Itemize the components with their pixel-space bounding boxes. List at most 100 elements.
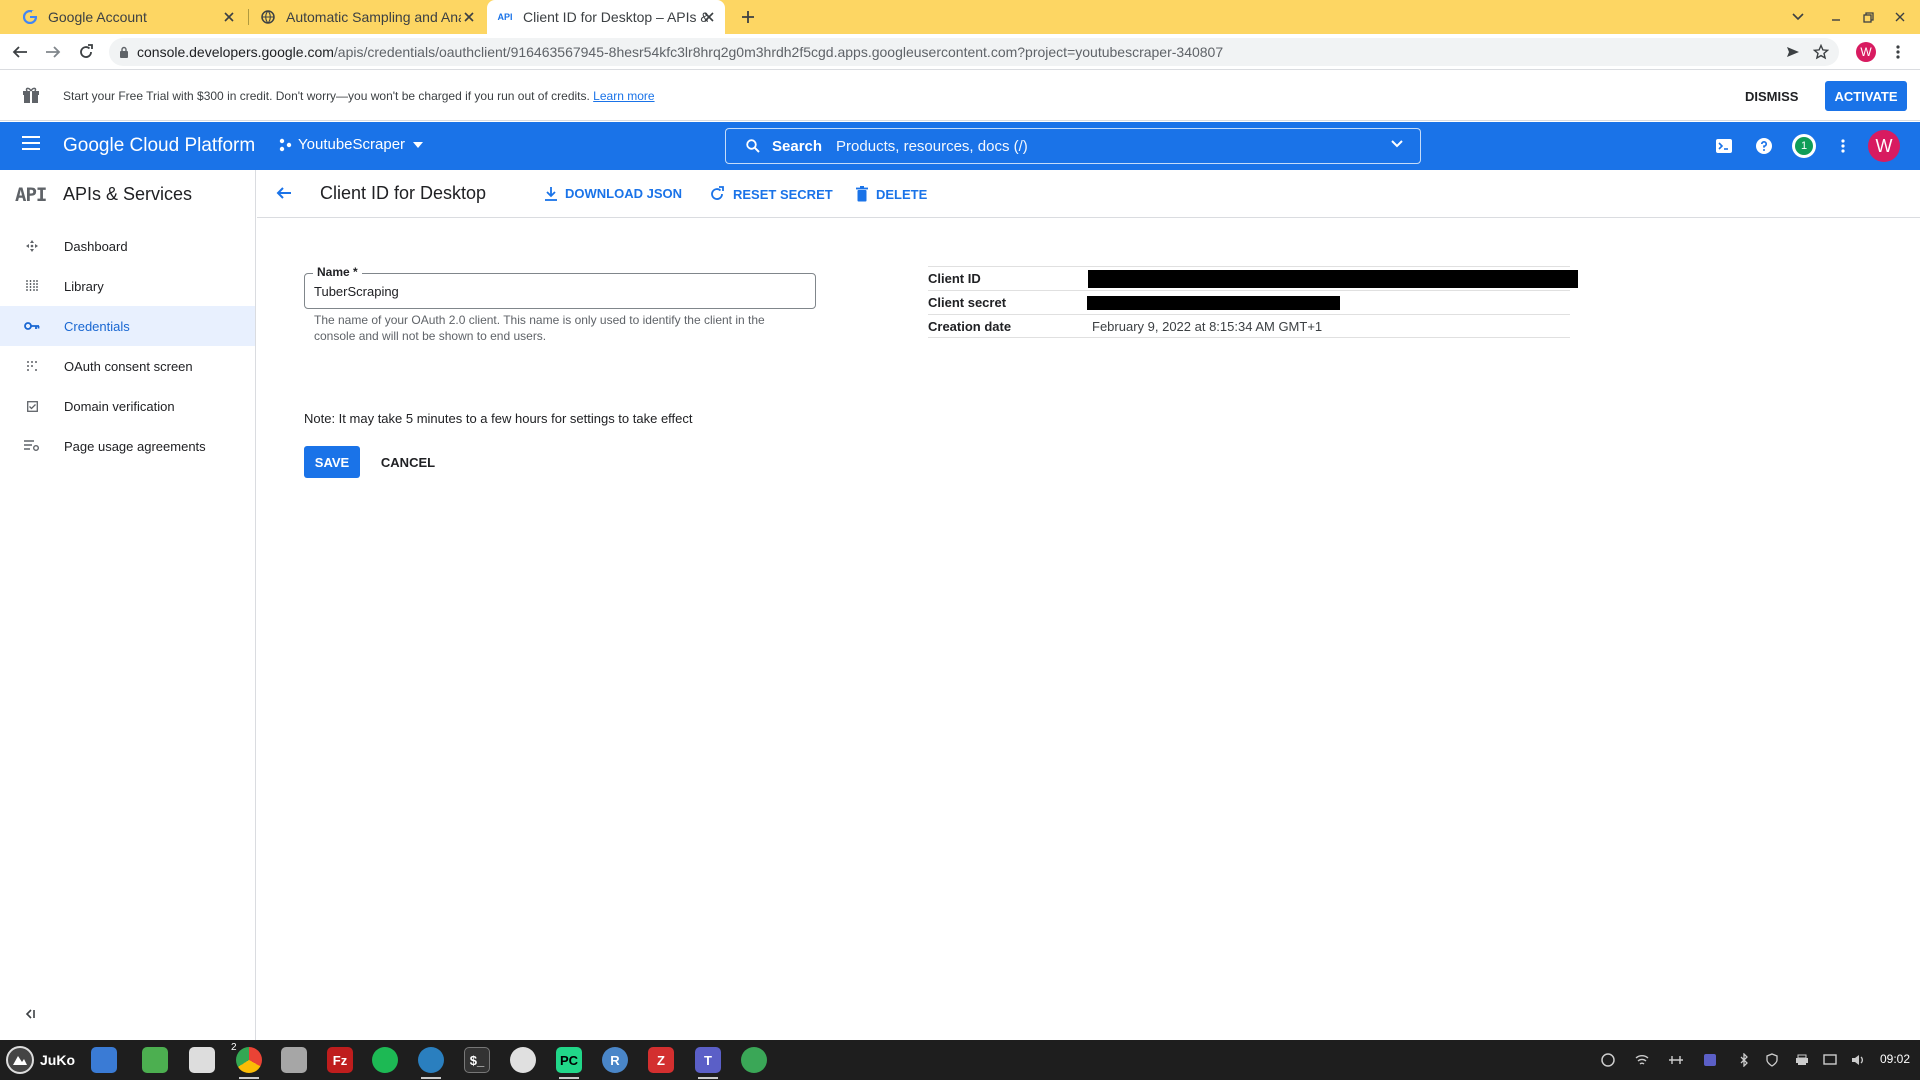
nav-title: APIs & Services	[63, 184, 193, 204]
activate-button[interactable]: ACTIVATE	[1825, 81, 1907, 111]
forward-arrow-icon[interactable]	[43, 42, 63, 62]
desktop-app-icon[interactable]	[91, 1047, 117, 1073]
cloud-shell-icon[interactable]	[1713, 135, 1735, 157]
close-tab-icon[interactable]	[701, 9, 717, 25]
earth-icon[interactable]	[741, 1047, 767, 1073]
chrome-icon[interactable]	[236, 1047, 262, 1079]
back-arrow-icon[interactable]	[10, 42, 30, 62]
send-icon[interactable]	[1783, 42, 1803, 62]
browser-menu-icon[interactable]	[1888, 42, 1908, 62]
system-clock[interactable]: 09:02	[1880, 1052, 1910, 1066]
printer-icon[interactable]	[1794, 1052, 1810, 1068]
pycharm-icon[interactable]: PC	[556, 1047, 582, 1079]
teams-icon[interactable]: T	[695, 1047, 721, 1079]
redacted-client-secret	[1087, 296, 1340, 310]
dashboard-icon	[24, 239, 40, 253]
network-icon[interactable]	[1668, 1052, 1684, 1068]
download-json-label: DOWNLOAD JSON	[565, 186, 682, 201]
search-label: Search	[772, 137, 823, 155]
start-menu-button[interactable]: JuKo	[6, 1046, 75, 1074]
tab-automatic-sampling[interactable]: Automatic Sampling and Anal	[250, 0, 485, 34]
bluetooth-icon[interactable]	[1736, 1052, 1752, 1068]
zotero-icon[interactable]: Z	[648, 1047, 674, 1073]
gcp-brand[interactable]: Google Cloud Platform	[63, 135, 255, 157]
software-store-icon[interactable]	[189, 1047, 215, 1073]
sidebar-item-oauth-consent[interactable]: OAuth consent screen	[0, 346, 255, 386]
address-bar[interactable]: console.developers.google.com/apis/crede…	[109, 38, 1839, 66]
gcp-header: Google Cloud Platform YoutubeScraper Sea…	[0, 122, 1920, 170]
tab-client-id[interactable]: API Client ID for Desktop – APIs &	[487, 0, 725, 34]
back-arrow-icon[interactable]	[275, 184, 293, 202]
reset-secret-button[interactable]: RESET SECRET	[709, 186, 833, 202]
creation-date-label: Creation date	[928, 318, 1012, 334]
project-name: YoutubeScraper	[298, 136, 406, 153]
sidebar-item-dashboard[interactable]: Dashboard	[0, 226, 255, 266]
cancel-button[interactable]: CANCEL	[376, 446, 440, 478]
collapse-nav-icon[interactable]	[24, 1008, 36, 1020]
minimize-icon[interactable]	[1826, 7, 1846, 27]
sidebar-item-label: Library	[64, 278, 104, 294]
download-json-button[interactable]: DOWNLOAD JSON	[545, 186, 682, 201]
bookmark-star-icon[interactable]	[1811, 42, 1831, 62]
client-id-label: Client ID	[928, 271, 981, 286]
teams-tray-icon[interactable]	[1702, 1052, 1718, 1068]
file-manager-icon[interactable]	[142, 1047, 168, 1073]
close-window-icon[interactable]	[1890, 7, 1910, 27]
name-input[interactable]	[314, 281, 794, 301]
tab-separator	[248, 9, 249, 25]
reload-icon[interactable]	[76, 42, 96, 62]
consent-icon	[24, 359, 40, 373]
filezilla-icon[interactable]: Fz	[327, 1047, 353, 1073]
sidebar-item-label: Credentials	[64, 318, 130, 334]
globe-icon	[260, 9, 276, 25]
display-icon[interactable]	[1822, 1052, 1838, 1068]
dismiss-button[interactable]: DISMISS	[1745, 83, 1798, 109]
tab-search-icon[interactable]	[1788, 7, 1808, 27]
close-tab-icon[interactable]	[461, 9, 477, 25]
trial-message-text: Start your Free Trial with $300 in credi…	[63, 89, 590, 103]
notifications-icon[interactable]: 1	[1792, 134, 1816, 158]
mysql-workbench-icon[interactable]	[418, 1047, 444, 1079]
page-header: Client ID for Desktop DOWNLOAD JSON RESE…	[257, 170, 1920, 218]
sidebar-item-domain-verification[interactable]: Domain verification	[0, 386, 255, 426]
globe-app-icon[interactable]	[510, 1047, 536, 1073]
sidebar-item-page-usage[interactable]: Page usage agreements	[0, 426, 255, 466]
lock-icon[interactable]	[119, 46, 129, 58]
download-icon	[545, 186, 557, 201]
wifi-icon[interactable]	[1634, 1052, 1650, 1068]
client-secret-row: Client secret	[928, 290, 1570, 314]
tab-google-account[interactable]: Google Account	[10, 0, 245, 34]
update-tray-icon[interactable]	[1600, 1052, 1616, 1068]
sidebar-item-credentials[interactable]: Credentials	[0, 306, 255, 346]
spotify-icon[interactable]	[372, 1047, 398, 1073]
browser-toolbar: console.developers.google.com/apis/crede…	[0, 34, 1920, 70]
restore-icon[interactable]	[1858, 7, 1878, 27]
project-selector[interactable]: YoutubeScraper	[278, 136, 424, 153]
close-tab-icon[interactable]	[221, 9, 237, 25]
profile-avatar[interactable]: W	[1856, 42, 1876, 62]
new-tab-button[interactable]	[738, 7, 758, 27]
volume-icon[interactable]	[1850, 1052, 1866, 1068]
save-button[interactable]: SAVE	[304, 446, 360, 478]
sidebar-item-library[interactable]: Library	[0, 266, 255, 306]
refresh-icon	[709, 186, 725, 202]
key-icon	[24, 319, 40, 333]
gift-icon	[22, 86, 40, 104]
learn-more-link[interactable]: Learn more	[593, 89, 654, 103]
name-field[interactable]: Name *	[304, 265, 816, 309]
client-id-row: Client ID	[928, 266, 1578, 290]
r-studio-icon[interactable]: R	[602, 1047, 628, 1073]
search-bar[interactable]: Search Products, resources, docs (/)	[725, 128, 1421, 164]
delete-button[interactable]: DELETE	[856, 186, 927, 202]
hamburger-menu-icon[interactable]	[22, 136, 40, 150]
account-avatar[interactable]: W	[1868, 130, 1900, 162]
shield-icon[interactable]	[1764, 1052, 1780, 1068]
more-options-icon[interactable]	[1832, 135, 1854, 157]
distro-logo-icon	[6, 1046, 34, 1074]
archive-manager-icon[interactable]	[281, 1047, 307, 1073]
terminal-icon[interactable]: $_	[464, 1047, 490, 1073]
trial-message: Start your Free Trial with $300 in credi…	[63, 89, 655, 103]
search-placeholder: Products, resources, docs (/)	[836, 137, 1028, 155]
help-icon[interactable]	[1753, 135, 1775, 157]
chevron-down-icon[interactable]	[1390, 137, 1404, 151]
